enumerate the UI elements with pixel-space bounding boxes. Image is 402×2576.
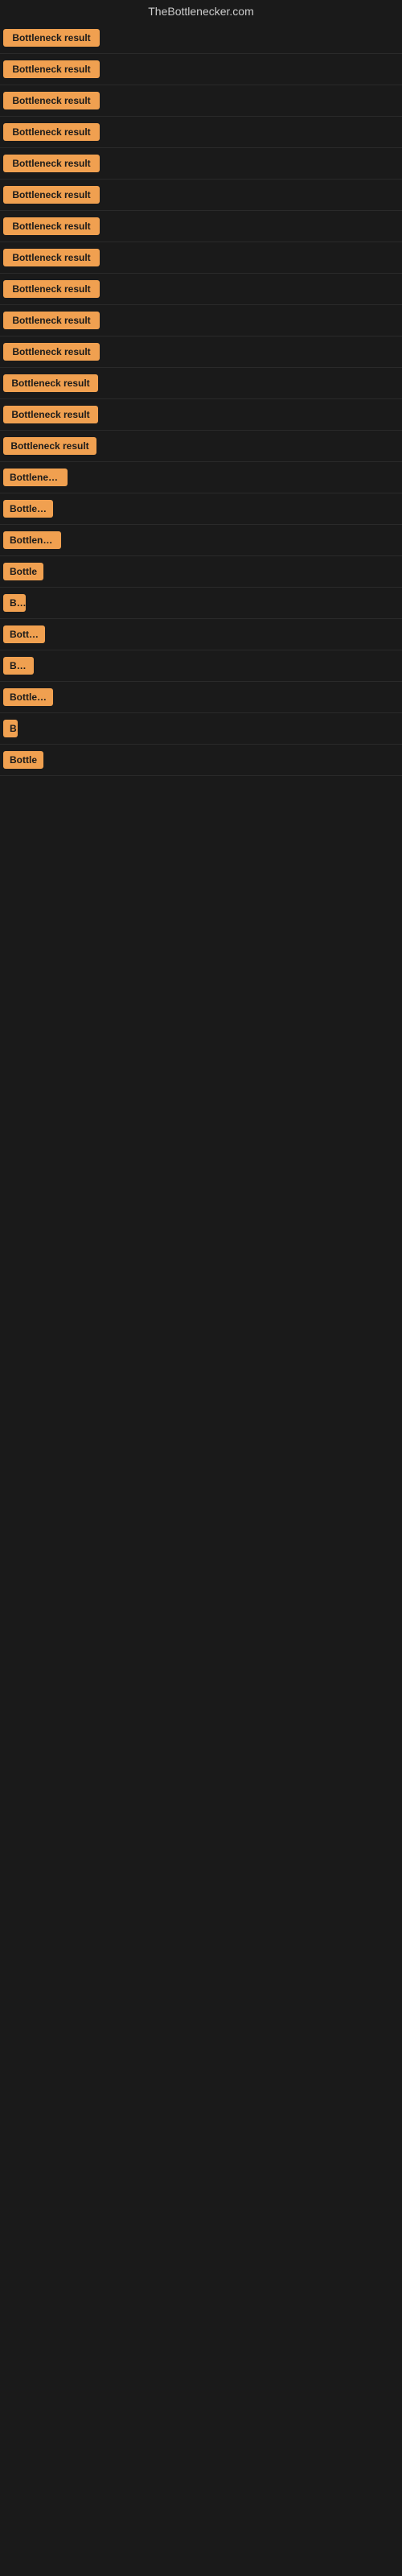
spacer	[0, 776, 402, 2555]
list-item: Bottleneck result	[0, 148, 402, 180]
list-item: Bo	[0, 588, 402, 619]
bottleneck-result-button[interactable]: Bottleneck result	[3, 249, 100, 266]
list-item: Bottleneck result	[0, 180, 402, 211]
bottleneck-result-button[interactable]: Bottleneck result	[3, 92, 100, 109]
list-item: Bottlene	[0, 493, 402, 525]
list-item: Bottleneck result	[0, 23, 402, 54]
bottleneck-result-button[interactable]: Bottleneck result	[3, 280, 100, 298]
bottleneck-result-button[interactable]: Bottleneck	[3, 531, 61, 549]
bottleneck-result-button[interactable]: Bottler	[3, 625, 45, 643]
list-item: Bottlene	[0, 682, 402, 713]
list-item: Bottleneck result	[0, 85, 402, 117]
bottleneck-result-button[interactable]: Bottleneck result	[3, 406, 98, 423]
bottleneck-result-button[interactable]: Bottleneck result	[3, 437, 96, 455]
list-item: Bottleneck result	[0, 117, 402, 148]
bottleneck-result-button[interactable]: B	[3, 720, 18, 737]
list-item: Bottleneck result	[0, 336, 402, 368]
list-item: B	[0, 713, 402, 745]
list-item: Bott	[0, 650, 402, 682]
list-item: Bottleneck result	[0, 211, 402, 242]
list-item: Bottler	[0, 619, 402, 650]
bottleneck-result-button[interactable]: Bottleneck result	[3, 374, 98, 392]
list-item: Bottleneck result	[0, 399, 402, 431]
site-title: TheBottlenecker.com	[0, 0, 402, 23]
list-item: Bottleneck r	[0, 462, 402, 493]
bottleneck-result-button[interactable]: Bottlene	[3, 500, 53, 518]
list-item: Bottle	[0, 556, 402, 588]
bottleneck-result-button[interactable]: Bottlene	[3, 688, 53, 706]
bottleneck-result-button[interactable]: Bottleneck result	[3, 312, 100, 329]
bottleneck-result-button[interactable]: Bottleneck result	[3, 217, 100, 235]
list-item: Bottleneck	[0, 525, 402, 556]
list-item: Bottleneck result	[0, 54, 402, 85]
list-item: Bottleneck result	[0, 431, 402, 462]
bottleneck-result-button[interactable]: Bottleneck result	[3, 29, 100, 47]
list-item: Bottle	[0, 745, 402, 776]
bottleneck-result-button[interactable]: Bottle	[3, 563, 43, 580]
bottleneck-result-button[interactable]: Bottleneck result	[3, 123, 100, 141]
bottleneck-result-button[interactable]: Bottle	[3, 751, 43, 769]
list-item: Bottleneck result	[0, 274, 402, 305]
bottleneck-result-button[interactable]: Bott	[3, 657, 34, 675]
list-item: Bottleneck result	[0, 305, 402, 336]
bottleneck-result-button[interactable]: Bottleneck result	[3, 155, 100, 172]
bottleneck-result-button[interactable]: Bottleneck result	[3, 60, 100, 78]
bottleneck-result-button[interactable]: Bottleneck r	[3, 469, 68, 486]
bottleneck-result-button[interactable]: Bottleneck result	[3, 343, 100, 361]
bottleneck-result-button[interactable]: Bottleneck result	[3, 186, 100, 204]
list-item: Bottleneck result	[0, 368, 402, 399]
list-item: Bottleneck result	[0, 242, 402, 274]
bottleneck-result-button[interactable]: Bo	[3, 594, 26, 612]
